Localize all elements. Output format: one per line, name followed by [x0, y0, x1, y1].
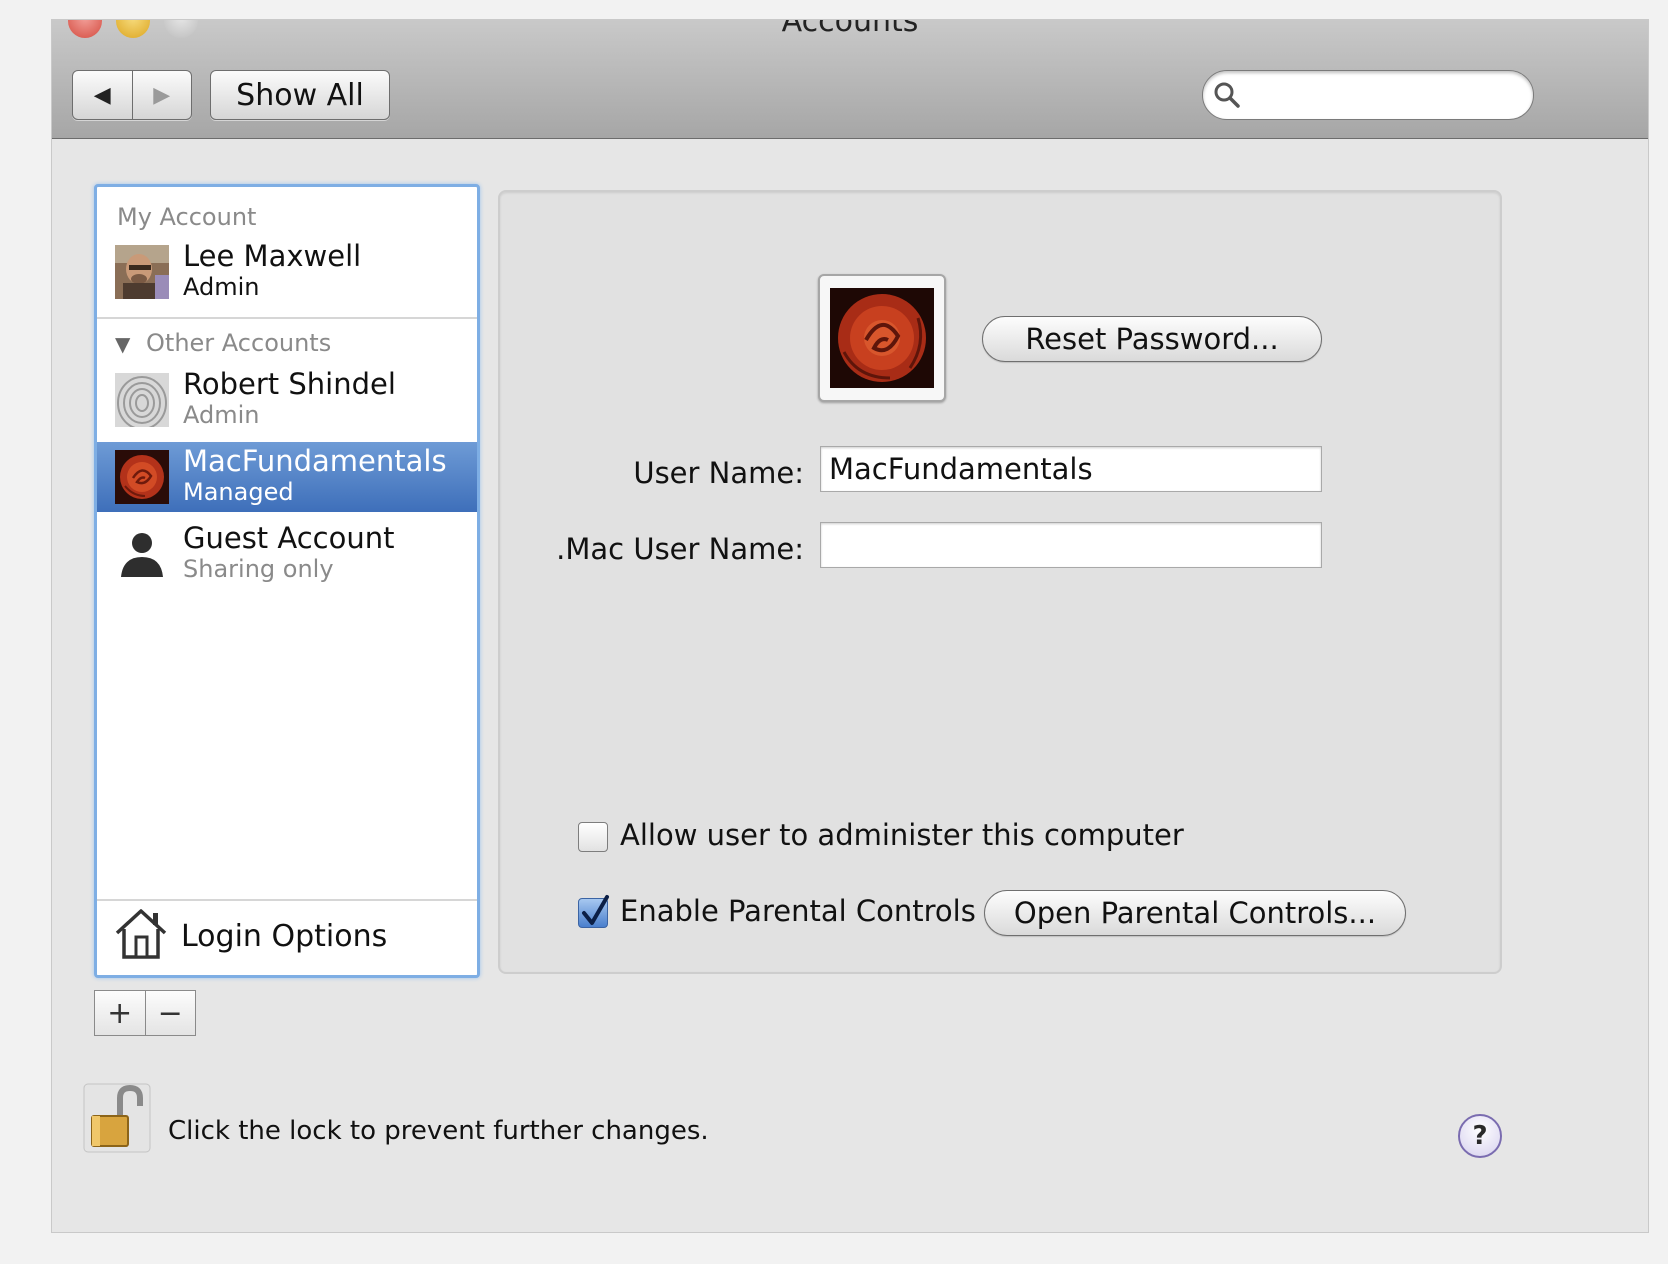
person-silhouette-icon: [121, 533, 163, 577]
back-button[interactable]: ◀: [73, 71, 133, 119]
back-forward-control: ◀ ▶: [72, 70, 192, 120]
accounts-list: My Account Lee Maxwell Admin ▼ Other Acc…: [94, 184, 480, 978]
house-icon: [115, 909, 167, 959]
mac-user-name-input[interactable]: [821, 523, 1321, 567]
account-role: Sharing only: [183, 555, 334, 583]
account-row-macfundamentals[interactable]: MacFundamentals Managed: [97, 442, 477, 512]
accounts-window: Accounts ◀ ▶ Show All My Account Lee Max…: [52, 20, 1648, 1232]
rose-picture: [830, 288, 934, 388]
disclosure-triangle-icon: ▼: [115, 332, 131, 356]
allow-admin-checkbox[interactable]: [578, 822, 608, 852]
section-divider: [97, 317, 477, 319]
add-account-button[interactable]: +: [95, 991, 146, 1035]
window-title: Accounts: [781, 20, 919, 38]
account-role: Managed: [183, 478, 294, 506]
add-remove-control: + −: [94, 990, 196, 1036]
reset-password-button[interactable]: Reset Password...: [982, 316, 1322, 362]
show-all-button[interactable]: Show All: [210, 70, 390, 120]
search-icon: [1214, 82, 1240, 108]
account-role: Admin: [183, 273, 260, 301]
user-name-input[interactable]: [821, 447, 1321, 491]
user-name-label: User Name:: [633, 456, 804, 490]
open-parental-controls-button[interactable]: Open Parental Controls...: [984, 890, 1406, 936]
account-name: Lee Maxwell: [183, 239, 362, 273]
account-name: Robert Shindel: [183, 367, 396, 401]
account-role: Admin: [183, 401, 260, 429]
unlocked-padlock-icon[interactable]: [82, 1082, 152, 1154]
account-name: Guest Account: [183, 521, 395, 555]
account-name: MacFundamentals: [183, 444, 447, 478]
other-accounts-header[interactable]: ▼ Other Accounts: [115, 329, 331, 357]
remove-account-button[interactable]: −: [146, 991, 196, 1035]
rose-avatar: [115, 450, 169, 504]
login-options-label: Login Options: [181, 919, 388, 954]
parental-controls-checkbox[interactable]: [578, 895, 609, 928]
photo-avatar: [115, 245, 169, 299]
my-account-header: My Account: [117, 203, 257, 231]
search-input[interactable]: [1247, 79, 1521, 111]
parental-controls-label: Enable Parental Controls: [620, 894, 976, 928]
lock-status-text: Click the lock to prevent further change…: [168, 1116, 709, 1146]
login-options-row[interactable]: Login Options: [97, 899, 477, 975]
allow-admin-label: Allow user to administer this computer: [620, 818, 1184, 852]
account-row-robert-shindel[interactable]: Robert Shindel Admin: [97, 365, 477, 433]
mac-user-name-label: .Mac User Name:: [556, 532, 804, 566]
title-bar: Accounts ◀ ▶ Show All: [52, 20, 1648, 139]
back-arrow-icon: ◀: [93, 82, 111, 108]
mac-user-name-field[interactable]: [820, 522, 1322, 568]
account-detail-pane: Reset Password... User Name: .Mac User N…: [498, 190, 1502, 974]
account-picture-well[interactable]: [818, 274, 946, 402]
checkmark-icon: [582, 895, 609, 925]
forward-button[interactable]: ▶: [133, 71, 192, 119]
user-name-field[interactable]: [820, 446, 1322, 492]
forward-arrow-icon: ▶: [153, 82, 171, 108]
search-field[interactable]: [1202, 70, 1534, 120]
other-accounts-label: Other Accounts: [146, 329, 332, 357]
account-row-guest-account[interactable]: Guest Account Sharing only: [97, 519, 477, 587]
account-row-lee-maxwell[interactable]: Lee Maxwell Admin: [97, 237, 477, 305]
fingerprint-avatar: [115, 373, 169, 427]
help-button[interactable]: ?: [1458, 1114, 1502, 1158]
